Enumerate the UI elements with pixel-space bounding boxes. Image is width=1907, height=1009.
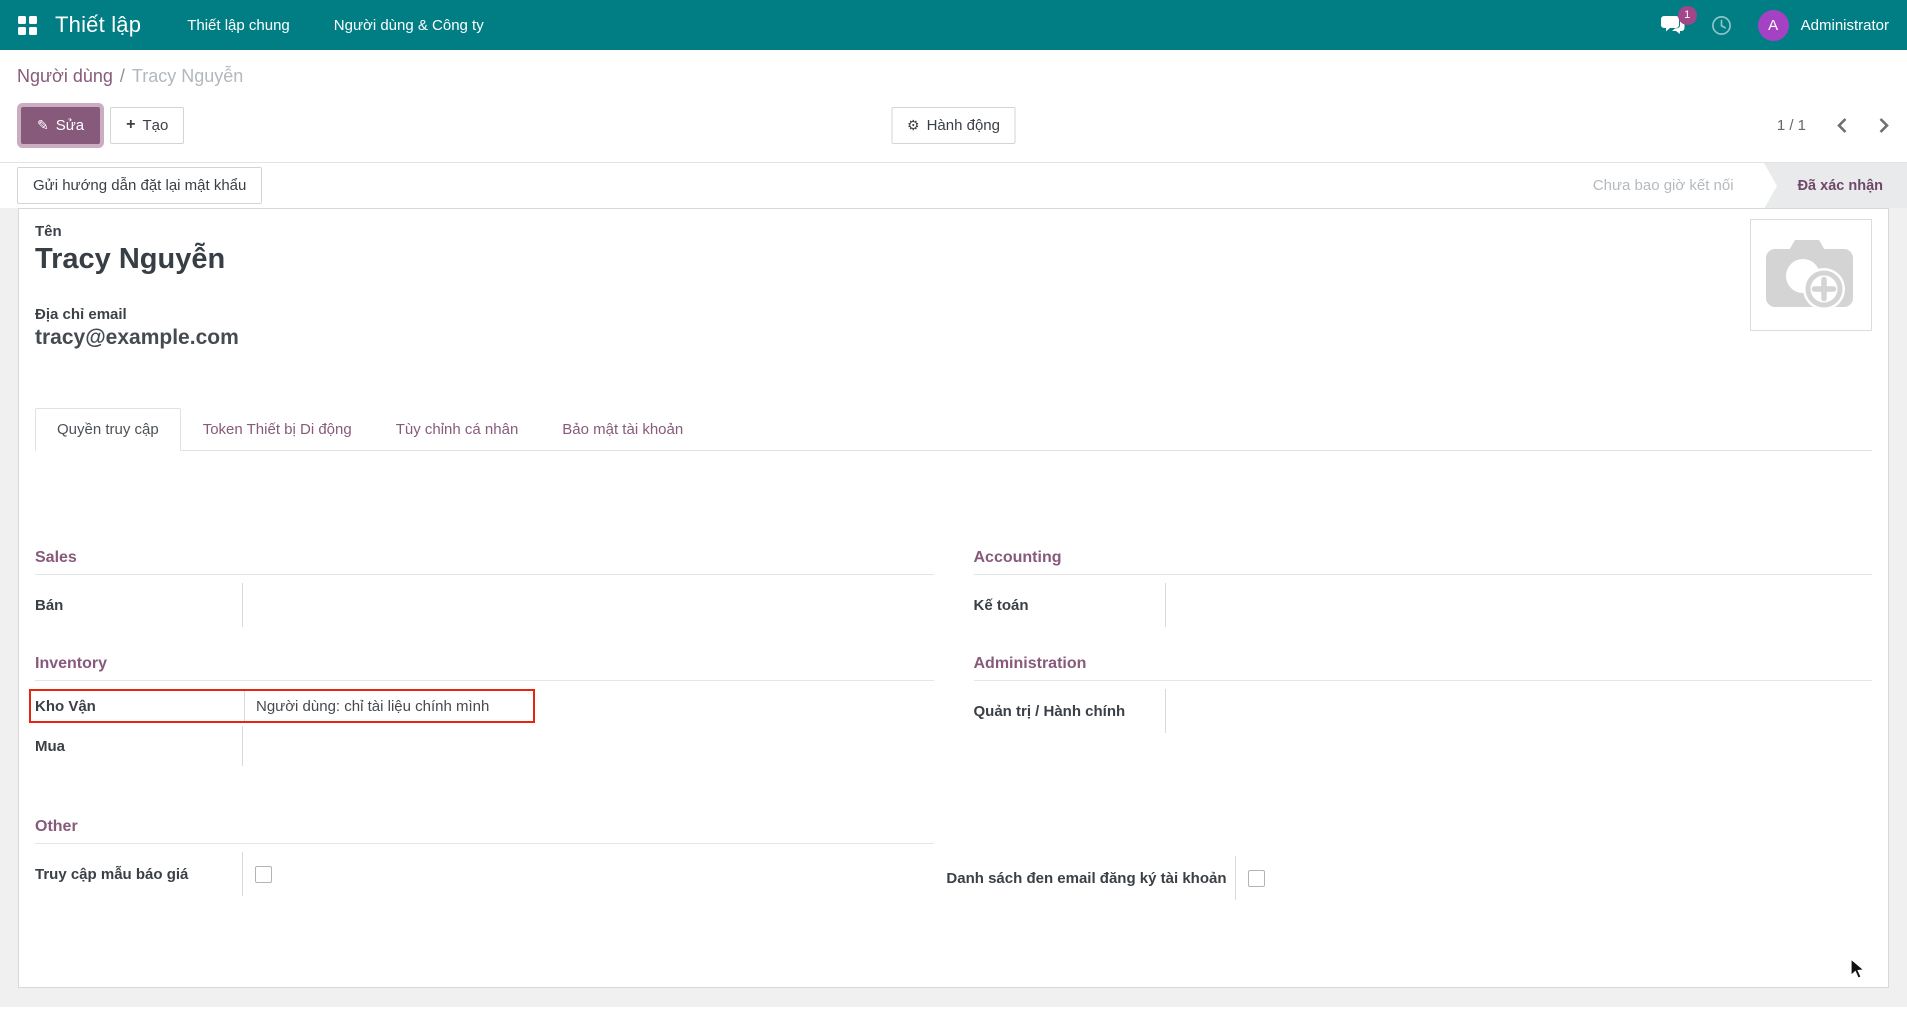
section-other-right: Danh sách đen email đăng ký tài khoản — [974, 818, 1873, 900]
field-row-inventory-highlighted: Kho Vận Người dùng: chỉ tài liệu chính m… — [29, 689, 535, 723]
checkbox-email-blacklist[interactable] — [1248, 870, 1265, 887]
field-row-purchase: Mua — [35, 726, 934, 766]
control-panel: Người dùng / Tracy Nguyễn ✎ Sửa + Tạo ⚙ Hà… — [0, 50, 1907, 162]
field-row-sales: Bán — [35, 583, 934, 627]
tab-mobile-device-token[interactable]: Token Thiết bị Di động — [181, 408, 374, 451]
email-label: Địa chỉ email — [35, 306, 1872, 323]
section-title-sales: Sales — [35, 549, 934, 575]
action-button[interactable]: ⚙ Hành động — [891, 107, 1016, 144]
messages-badge: 1 — [1678, 6, 1697, 25]
sheet-background: Tên Tracy Nguyễn Địa chỉ email tracy@exa… — [0, 208, 1907, 1007]
pager: 1 / 1 — [1777, 117, 1890, 134]
field-row-accounting: Kế toán — [974, 583, 1873, 627]
clock-icon — [1711, 15, 1732, 36]
section-title-administration: Administration — [974, 655, 1873, 681]
access-rights-content: Sales Bán Accounting Kế toán Inventory K… — [35, 549, 1872, 900]
profile-image-uploader[interactable] — [1750, 219, 1872, 331]
form-sheet: Tên Tracy Nguyễn Địa chỉ email tracy@exa… — [18, 208, 1889, 988]
messages-button[interactable]: 1 — [1660, 15, 1685, 36]
email-value: tracy@example.com — [35, 326, 1872, 350]
chevron-right-icon — [1878, 117, 1890, 134]
nav-menu: Thiết lập chung Người dùng & Công ty — [187, 17, 484, 34]
chevron-left-icon — [1836, 117, 1848, 134]
user-name[interactable]: Administrator — [1801, 17, 1889, 34]
menu-item-general-settings[interactable]: Thiết lập chung — [187, 17, 290, 34]
field-row-administration: Quản trị / Hành chính — [974, 689, 1873, 733]
create-button[interactable]: + Tạo — [110, 107, 184, 144]
user-avatar[interactable]: A — [1758, 10, 1789, 41]
breadcrumb-current: Tracy Nguyễn — [132, 66, 243, 86]
pencil-icon: ✎ — [37, 118, 49, 132]
top-navbar: Thiết lập Thiết lập chung Người dùng & C… — [0, 0, 1907, 50]
breadcrumb-separator: / — [120, 66, 125, 86]
section-title-inventory: Inventory — [35, 655, 934, 681]
pager-previous-button[interactable] — [1836, 117, 1848, 134]
pager-value: 1 / 1 — [1777, 117, 1806, 134]
field-row-quotation-template-access: Truy cập mẫu báo giá — [35, 852, 934, 896]
field-row-email-blacklist: Danh sách đen email đăng ký tài khoản — [974, 856, 1873, 900]
section-administration: Administration Quản trị / Hành chính — [974, 655, 1873, 733]
field-label-sales: Bán — [35, 583, 243, 627]
field-label-accounting: Kế toán — [974, 583, 1166, 627]
plus-icon: + — [126, 117, 135, 133]
field-label-purchase: Mua — [35, 726, 243, 766]
checkbox-quotation-template-access[interactable] — [255, 866, 272, 883]
form-statusbar: Gửi hướng dẫn đặt lại mật khẩu Chưa bao … — [0, 162, 1907, 208]
tab-access-rights[interactable]: Quyền truy cập — [35, 408, 181, 451]
section-accounting: Accounting Kế toán — [974, 549, 1873, 627]
field-value-inventory[interactable]: Người dùng: chỉ tài liệu chính mình — [245, 691, 489, 721]
menu-item-users-companies[interactable]: Người dùng & Công ty — [334, 17, 484, 34]
name-label: Tên — [35, 223, 1872, 240]
send-reset-password-button[interactable]: Gửi hướng dẫn đặt lại mật khẩu — [17, 167, 262, 204]
name-value: Tracy Nguyễn — [35, 243, 1872, 276]
pager-next-button[interactable] — [1878, 117, 1890, 134]
field-value-accounting[interactable] — [1166, 583, 1177, 627]
field-label-inventory: Kho Vận — [35, 691, 245, 721]
breadcrumb-link-users[interactable]: Người dùng — [17, 66, 113, 86]
status-never-connected: Chưa bao giờ kết nối — [1593, 177, 1734, 194]
notebook-tabs: Quyền truy cập Token Thiết bị Di động Tù… — [35, 408, 1872, 451]
section-title-accounting: Accounting — [974, 549, 1873, 575]
field-label-quotation-template-access: Truy cập mẫu báo giá — [35, 852, 243, 896]
camera-plus-icon — [1763, 234, 1859, 316]
field-label-administration: Quản trị / Hành chính — [974, 689, 1166, 733]
apps-menu-icon[interactable] — [18, 16, 37, 35]
field-value-sales[interactable] — [243, 583, 254, 627]
breadcrumb: Người dùng / Tracy Nguyễn — [17, 63, 1890, 89]
activities-button[interactable] — [1711, 15, 1732, 36]
gear-icon: ⚙ — [907, 118, 920, 132]
tab-preferences[interactable]: Tùy chỉnh cá nhân — [374, 408, 541, 451]
section-other: Other Truy cập mẫu báo giá — [35, 818, 934, 896]
section-sales: Sales Bán — [35, 549, 934, 627]
field-value-purchase[interactable] — [243, 726, 254, 766]
section-inventory: Inventory Kho Vận Người dùng: chỉ tài li… — [35, 655, 934, 766]
app-name[interactable]: Thiết lập — [55, 12, 141, 38]
status-confirmed-badge[interactable]: Đã xác nhận — [1764, 163, 1907, 208]
field-value-administration[interactable] — [1166, 689, 1177, 733]
field-label-email-blacklist: Danh sách đen email đăng ký tài khoản — [974, 856, 1236, 900]
tab-account-security[interactable]: Bảo mật tài khoản — [540, 408, 705, 451]
section-title-other: Other — [35, 818, 934, 844]
edit-button[interactable]: ✎ Sửa — [21, 107, 100, 144]
